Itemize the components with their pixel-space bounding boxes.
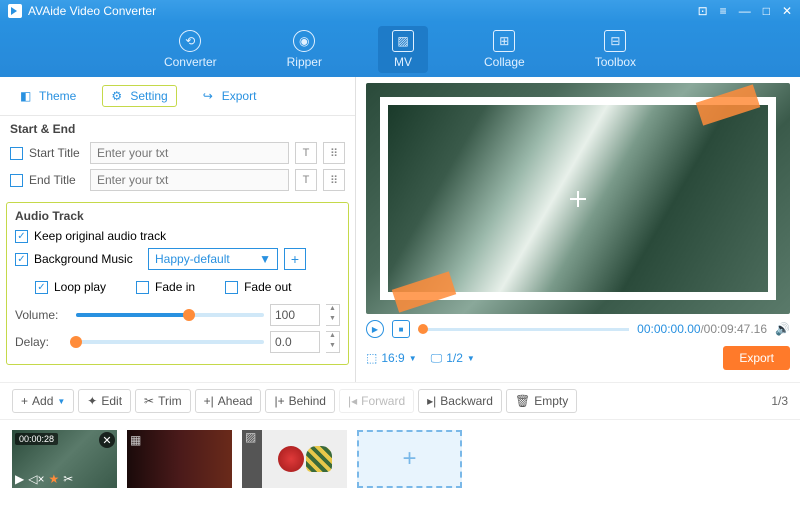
end-text-opts-button[interactable]: ⠿ [323, 169, 345, 191]
gear-icon: ⚙ [111, 89, 125, 103]
ripper-icon: ◉ [293, 30, 315, 52]
volume-icon[interactable]: 🔊 [775, 322, 790, 336]
nav-mv[interactable]: ▨MV [378, 26, 428, 73]
volume-up[interactable]: ▲ [326, 305, 339, 315]
menu-icon[interactable]: ≡ [720, 4, 727, 18]
clip-thumb-1[interactable]: 00:00:28 ✕ ▶◁×★✂ [12, 430, 117, 488]
fadeout-checkbox[interactable] [225, 281, 238, 294]
tab-theme[interactable]: ◧Theme [12, 85, 84, 107]
delay-down[interactable]: ▼ [326, 342, 339, 352]
mv-icon: ▨ [392, 30, 414, 52]
tab-setting[interactable]: ⚙Setting [102, 85, 176, 107]
forward-button[interactable]: |◂ Forward [339, 389, 414, 413]
start-text-opts-button[interactable]: ⠿ [323, 142, 345, 164]
add-button[interactable]: + Add ▼ [12, 389, 74, 413]
end-title-label: End Title [29, 173, 84, 187]
minimize-icon[interactable]: — [739, 4, 751, 18]
nav-toolbox[interactable]: ⊟Toolbox [581, 26, 650, 73]
theme-icon: ◧ [20, 89, 34, 103]
delay-up[interactable]: ▲ [326, 332, 339, 342]
maximize-icon[interactable]: □ [763, 4, 770, 18]
delay-value[interactable] [270, 331, 320, 353]
converter-icon: ⟲ [179, 30, 201, 52]
backward-button[interactable]: ▸| Backward [418, 389, 502, 413]
stop-button[interactable]: ■ [392, 320, 410, 338]
delay-slider[interactable] [76, 340, 264, 344]
start-title-input[interactable] [90, 142, 289, 164]
toolbox-icon: ⊟ [604, 30, 626, 52]
remove-clip-button[interactable]: ✕ [99, 432, 115, 448]
time-display: 00:00:00.00/00:09:47.16 [637, 322, 767, 336]
pager: 1/3 [771, 394, 788, 408]
start-text-style-button[interactable]: T [295, 142, 317, 164]
add-music-button[interactable]: + [284, 248, 306, 270]
page-select[interactable]: 🖵1/2 ▼ [431, 351, 475, 366]
trim-button[interactable]: ✂ Trim [135, 389, 191, 413]
nav-converter[interactable]: ⟲Converter [150, 26, 231, 73]
behind-button[interactable]: |+ Behind [265, 389, 335, 413]
nav-collage[interactable]: ⊞Collage [470, 26, 539, 73]
empty-button[interactable]: 🗑 Empty [506, 389, 577, 413]
screen-icon: 🖵 [431, 351, 443, 366]
end-text-style-button[interactable]: T [295, 169, 317, 191]
video-icon: ▦ [130, 433, 141, 447]
aspect-ratio-select[interactable]: ⬚16:9 ▼ [366, 351, 417, 365]
volume-value[interactable] [270, 304, 320, 326]
image-icon: ▨ [245, 430, 256, 444]
nav-ripper[interactable]: ◉Ripper [273, 26, 336, 73]
app-title: AVAide Video Converter [28, 4, 156, 18]
close-icon[interactable]: ✕ [782, 4, 792, 18]
start-title-label: Start Title [29, 146, 84, 160]
bg-music-checkbox[interactable] [15, 253, 28, 266]
start-end-header: Start & End [10, 122, 345, 136]
feedback-icon[interactable]: ⊡ [698, 4, 708, 18]
volume-label: Volume: [15, 308, 70, 322]
fadein-checkbox[interactable] [136, 281, 149, 294]
clip-duration: 00:00:28 [15, 433, 58, 445]
edit-button[interactable]: ✦ Edit [78, 389, 131, 413]
ratio-icon: ⬚ [366, 351, 377, 365]
audio-track-header: Audio Track [15, 209, 340, 223]
loop-checkbox[interactable] [35, 281, 48, 294]
end-title-input[interactable] [90, 169, 289, 191]
bg-music-label: Background Music [34, 252, 142, 266]
collage-icon: ⊞ [493, 30, 515, 52]
volume-slider[interactable] [76, 313, 264, 317]
keep-audio-label: Keep original audio track [34, 229, 166, 243]
seek-bar[interactable] [418, 328, 629, 331]
tab-export[interactable]: ↪Export [195, 85, 265, 107]
delay-label: Delay: [15, 335, 70, 349]
start-title-checkbox[interactable] [10, 147, 23, 160]
ahead-button[interactable]: +| Ahead [195, 389, 262, 413]
clip-thumb-3[interactable]: ▨ [242, 430, 347, 488]
chevron-down-icon: ▼ [259, 252, 271, 266]
video-preview[interactable] [366, 83, 790, 314]
crosshair-icon [570, 191, 586, 207]
keep-audio-checkbox[interactable] [15, 230, 28, 243]
export-button[interactable]: Export [723, 346, 790, 370]
volume-down[interactable]: ▼ [326, 315, 339, 325]
clip-thumb-2[interactable]: ▦ [127, 430, 232, 488]
end-title-checkbox[interactable] [10, 174, 23, 187]
app-logo [8, 4, 22, 18]
play-button[interactable]: ▶ [366, 320, 384, 338]
bg-music-select[interactable]: Happy-default▼ [148, 248, 278, 270]
export-icon: ↪ [203, 89, 217, 103]
add-clip-button[interactable]: + [357, 430, 462, 488]
